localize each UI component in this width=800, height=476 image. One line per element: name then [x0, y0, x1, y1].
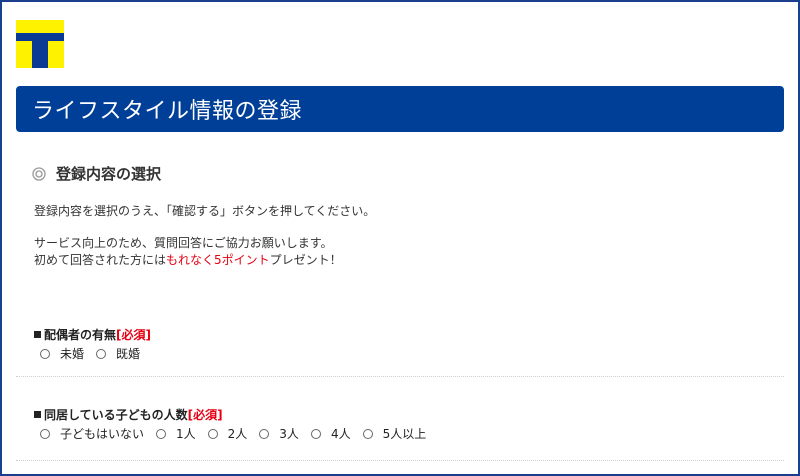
- title-bar: ライフスタイル情報の登録: [16, 86, 784, 132]
- children-options: 子どもはいない 1人 2人 3人 4人 5人以上: [40, 425, 438, 442]
- radio-button[interactable]: [40, 348, 50, 359]
- radio-button[interactable]: [207, 428, 218, 439]
- radio-option-unmarried[interactable]: 未婚: [40, 345, 84, 362]
- question-label: 同居している子どもの人数[必須]: [34, 406, 438, 423]
- radio-option-2[interactable]: 2人: [207, 425, 248, 442]
- radio-button[interactable]: [362, 428, 373, 439]
- radio-option-3[interactable]: 3人: [259, 425, 299, 442]
- option-label: 既婚: [116, 347, 141, 361]
- question-children: 同居している子どもの人数[必須] 子どもはいない 1人 2人 3人 4人 5人以…: [34, 406, 438, 442]
- page-frame: ライフスタイル情報の登録 登録内容の選択 登録内容を選択のうえ、「確認する」ボタ…: [0, 0, 800, 476]
- square-bullet-icon: [34, 411, 41, 418]
- radio-button[interactable]: [96, 348, 107, 359]
- square-bullet-icon: [34, 331, 41, 338]
- question-label-text: 配偶者の有無: [44, 328, 117, 342]
- radio-button[interactable]: [310, 428, 321, 439]
- question-spouse: 配偶者の有無[必須] 未婚 既婚: [34, 326, 152, 362]
- option-label: 5人以上: [382, 427, 427, 441]
- radio-button[interactable]: [40, 428, 50, 439]
- survey-text-line2: 初めて回答された方にはもれなく5ポイントプレゼント！: [34, 251, 342, 268]
- instruction-text: 登録内容を選択のうえ、「確認する」ボタンを押してください。: [34, 204, 376, 218]
- radio-option-1[interactable]: 1人: [156, 425, 196, 442]
- survey-text-prefix: 初めて回答された方には: [34, 253, 167, 267]
- points-highlight: もれなく5ポイント: [166, 253, 270, 267]
- option-label: 未婚: [60, 347, 85, 361]
- radio-button[interactable]: [156, 428, 167, 439]
- option-label: 2人: [227, 427, 248, 441]
- required-badge: [必須]: [116, 328, 151, 342]
- survey-text-line1: サービス向上のため、質問回答にご協力お願いします。: [34, 236, 333, 250]
- page-title: ライフスタイル情報の登録: [32, 99, 303, 124]
- question-label: 配偶者の有無[必須]: [34, 326, 152, 343]
- radio-option-4[interactable]: 4人: [310, 425, 351, 442]
- radio-option-no-children[interactable]: 子どもはいない: [40, 425, 144, 442]
- section-heading: 登録内容の選択: [32, 163, 161, 184]
- option-label: 4人: [330, 427, 351, 441]
- option-label: 子どもはいない: [60, 427, 145, 441]
- divider: [16, 460, 784, 461]
- option-label: 1人: [176, 427, 196, 441]
- radio-option-married[interactable]: 既婚: [96, 345, 140, 362]
- radio-option-5-plus[interactable]: 5人以上: [362, 425, 427, 442]
- section-title: 登録内容の選択: [56, 165, 162, 183]
- t-logo-icon: [16, 20, 64, 68]
- required-badge: [必須]: [187, 408, 223, 422]
- option-label: 3人: [279, 427, 299, 441]
- spouse-options: 未婚 既婚: [40, 345, 152, 362]
- double-circle-icon: [32, 166, 46, 181]
- divider: [16, 376, 784, 377]
- survey-text-suffix: プレゼント！: [269, 253, 342, 267]
- question-label-text: 同居している子どもの人数: [44, 408, 188, 422]
- radio-button[interactable]: [259, 428, 270, 439]
